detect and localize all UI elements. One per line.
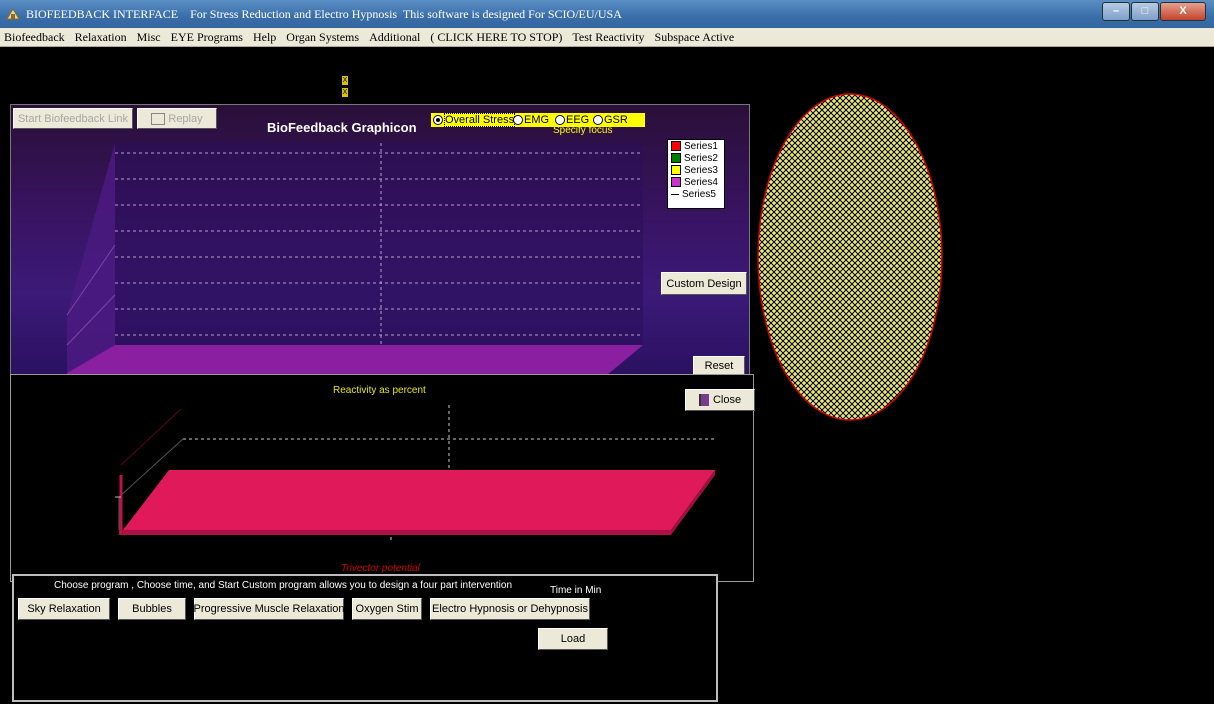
close-window-button[interactable]: X bbox=[1160, 2, 1206, 21]
radio-selected-icon bbox=[433, 115, 443, 126]
legend-label: Series5 bbox=[682, 188, 716, 200]
legend-label: Series3 bbox=[684, 164, 718, 176]
focus-selector: Overall Stress EMG EEG GSR bbox=[431, 113, 645, 127]
legend-label: Series1 bbox=[684, 140, 718, 152]
electro-hypnosis-button[interactable]: Electro Hypnosis or Dehypnosis bbox=[430, 598, 590, 620]
menu-eye-programs[interactable]: EYE Programs bbox=[167, 30, 247, 45]
legend-swatch bbox=[671, 193, 679, 195]
menu-relaxation[interactable]: Relaxation bbox=[71, 30, 131, 45]
legend-swatch bbox=[671, 177, 681, 187]
marker-bottom: X bbox=[342, 88, 348, 97]
legend-item: Series5 bbox=[668, 188, 724, 200]
program-instructions: Choose program , Choose time, and Start … bbox=[54, 580, 513, 591]
legend-label: Series4 bbox=[684, 176, 718, 188]
focus-label: Overall Stress bbox=[444, 113, 516, 127]
reactivity-panel: Reactivity as percent Close Trivector po… bbox=[10, 374, 755, 582]
door-icon bbox=[698, 394, 709, 406]
menu-misc[interactable]: Misc bbox=[133, 30, 165, 45]
focus-emg[interactable]: EMG bbox=[513, 114, 549, 126]
legend-item: Series1 bbox=[668, 140, 724, 152]
biofeedback-graph-panel: Start Biofeedback Link Replay BioFeedbac… bbox=[10, 104, 750, 376]
hatched-oval bbox=[757, 93, 943, 421]
oxygen-stim-button[interactable]: Oxygen Stim bbox=[352, 598, 422, 620]
start-biofeedback-button[interactable]: Start Biofeedback Link bbox=[13, 108, 133, 129]
time-label: Time in Min bbox=[550, 585, 602, 596]
menu-organ-systems[interactable]: Organ Systems bbox=[282, 30, 363, 45]
progressive-muscle-relaxation-button[interactable]: Progressive Muscle Relaxation bbox=[194, 598, 345, 620]
focus-label: EMG bbox=[524, 114, 550, 126]
focus-overall-stress[interactable]: Overall Stress bbox=[433, 113, 516, 127]
window-title: BIOFEEDBACK INTERFACE For Stress Reducti… bbox=[26, 7, 622, 21]
maximize-button[interactable]: □ bbox=[1131, 2, 1159, 21]
app-icon bbox=[6, 8, 20, 20]
menu-test-reactivity[interactable]: Test Reactivity bbox=[568, 30, 648, 45]
close-button[interactable]: Close bbox=[685, 389, 755, 411]
menu-subspace-active[interactable]: Subspace Active bbox=[651, 30, 739, 45]
minimize-button[interactable]: – bbox=[1102, 2, 1130, 21]
replay-icon bbox=[151, 112, 166, 125]
replay-button[interactable]: Replay bbox=[137, 108, 217, 129]
chart-legend: Series1 Series2 Series3 Series4 Series5 bbox=[667, 139, 725, 209]
custom-design-button[interactable]: Custom Design bbox=[661, 272, 747, 295]
menu-additional[interactable]: Additional bbox=[365, 30, 424, 45]
program-panel: Choose program , Choose time, and Start … bbox=[12, 574, 718, 702]
legend-item: Series3 bbox=[668, 164, 724, 176]
marker-top: X bbox=[342, 76, 348, 85]
replay-label: Replay bbox=[168, 112, 203, 125]
graph-title: BioFeedback Graphicon bbox=[267, 120, 417, 135]
graph-3d-area bbox=[66, 143, 643, 375]
legend-swatch bbox=[671, 165, 681, 175]
radio-icon bbox=[593, 115, 603, 126]
menu-help[interactable]: Help bbox=[249, 30, 280, 45]
load-button[interactable]: Load bbox=[538, 628, 608, 650]
radio-icon bbox=[513, 115, 523, 126]
bubbles-button[interactable]: Bubbles bbox=[118, 598, 186, 620]
legend-item: Series2 bbox=[668, 152, 724, 164]
focus-caption: Specify focus bbox=[553, 125, 613, 136]
close-label: Close bbox=[712, 394, 742, 406]
title-bar: BIOFEEDBACK INTERFACE For Stress Reducti… bbox=[0, 0, 1214, 28]
reset-button[interactable]: Reset bbox=[693, 356, 745, 375]
trivector-label: Trivector potential bbox=[341, 563, 420, 574]
legend-item: Series4 bbox=[668, 176, 724, 188]
legend-swatch bbox=[671, 141, 681, 151]
reactivity-3d-chart bbox=[115, 405, 717, 540]
sky-relaxation-button[interactable]: Sky Relaxation bbox=[18, 598, 110, 620]
legend-label: Series2 bbox=[684, 152, 718, 164]
legend-swatch bbox=[671, 153, 681, 163]
menu-bar: Biofeedback Relaxation Misc EYE Programs… bbox=[0, 28, 1214, 47]
radio-icon bbox=[555, 115, 565, 126]
menu-biofeedback[interactable]: Biofeedback bbox=[0, 30, 69, 45]
menu-click-to-stop[interactable]: ( CLICK HERE TO STOP) bbox=[426, 30, 566, 45]
